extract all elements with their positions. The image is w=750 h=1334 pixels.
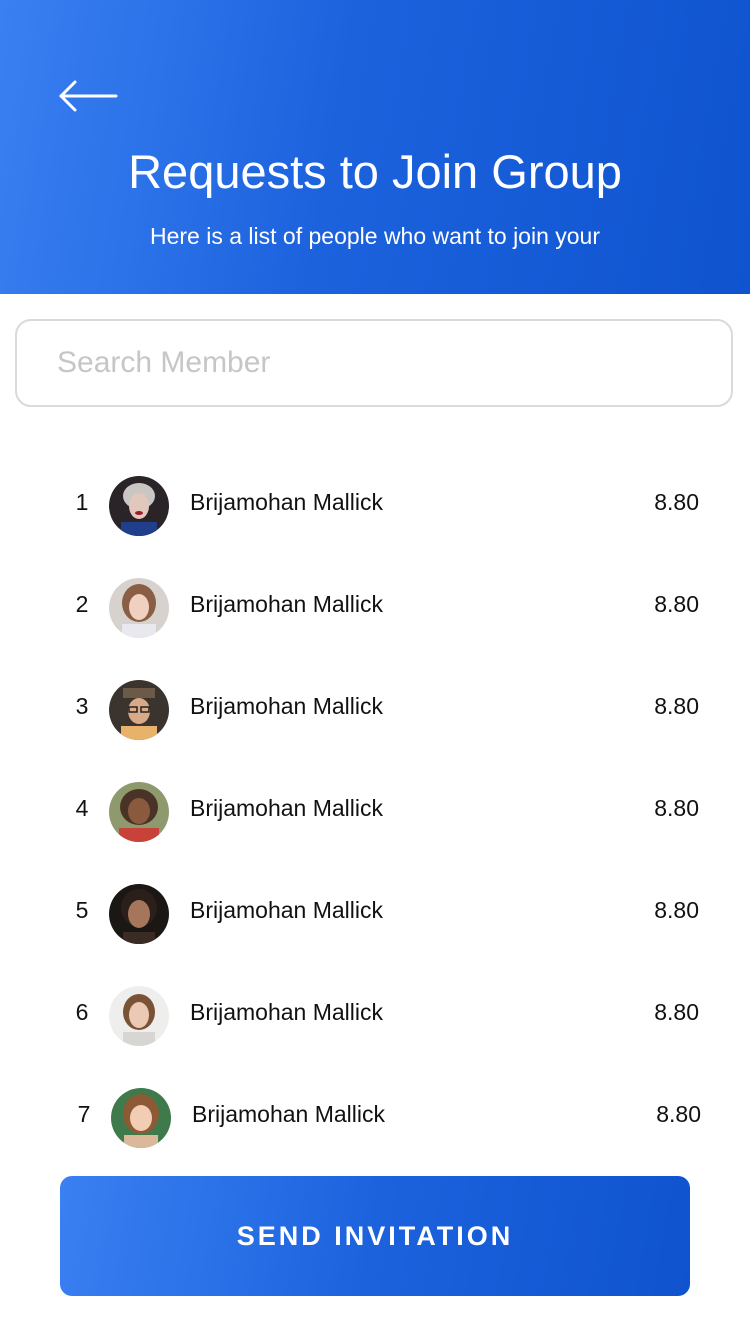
member-rank: 1 bbox=[75, 489, 89, 515]
member-rank: 2 bbox=[75, 591, 89, 617]
member-row[interactable]: 3 Brijamohan Mallick 8.80 bbox=[0, 654, 750, 756]
member-score: 8.80 bbox=[654, 999, 699, 1025]
member-score: 8.80 bbox=[654, 897, 699, 923]
member-row[interactable]: 2 Brijamohan Mallick 8.80 bbox=[0, 552, 750, 654]
member-row[interactable]: 7 Brijamohan Mallick 8.80 bbox=[0, 1062, 750, 1164]
header: Requests to Join Group Here is a list of… bbox=[0, 0, 750, 294]
member-name: Brijamohan Mallick bbox=[192, 1101, 386, 1127]
avatar bbox=[109, 782, 169, 842]
member-name: Brijamohan Mallick bbox=[190, 693, 384, 719]
back-button[interactable] bbox=[56, 76, 120, 116]
member-row[interactable]: 5 Brijamohan Mallick 8.80 bbox=[0, 858, 750, 960]
member-score: 8.80 bbox=[654, 489, 699, 515]
member-name: Brijamohan Mallick bbox=[190, 591, 384, 617]
member-rank: 3 bbox=[75, 693, 89, 719]
member-name: Brijamohan Mallick bbox=[190, 795, 384, 821]
member-rank: 7 bbox=[77, 1101, 91, 1127]
arrow-left-icon bbox=[59, 80, 118, 112]
member-score: 8.80 bbox=[654, 591, 699, 617]
member-score: 8.80 bbox=[654, 693, 699, 719]
search-box bbox=[15, 319, 733, 407]
member-row[interactable]: 1 Brijamohan Mallick 8.80 bbox=[0, 450, 750, 552]
avatar bbox=[109, 680, 169, 740]
member-rank: 6 bbox=[75, 999, 89, 1025]
member-name: Brijamohan Mallick bbox=[190, 897, 384, 923]
member-name: Brijamohan Mallick bbox=[190, 999, 384, 1025]
member-name: Brijamohan Mallick bbox=[190, 489, 384, 515]
avatar bbox=[109, 476, 169, 536]
avatar bbox=[111, 1088, 171, 1148]
avatar bbox=[109, 578, 169, 638]
member-row[interactable]: 6 Brijamohan Mallick 8.80 bbox=[0, 960, 750, 1062]
member-score: 8.80 bbox=[656, 1101, 701, 1127]
member-list: 1 Brijamohan Mallick 8.80 2 Brijamohan M… bbox=[0, 450, 750, 1164]
page-title: Requests to Join Group bbox=[128, 145, 622, 198]
send-invitation-button[interactable]: SEND INVITATION bbox=[60, 1176, 690, 1296]
member-rank: 5 bbox=[75, 897, 89, 923]
avatar bbox=[109, 884, 169, 944]
member-row[interactable]: 4 Brijamohan Mallick 8.80 bbox=[0, 756, 750, 858]
member-rank: 4 bbox=[75, 795, 89, 821]
member-score: 8.80 bbox=[654, 795, 699, 821]
avatar bbox=[109, 986, 169, 1046]
search-input[interactable] bbox=[57, 321, 697, 405]
page-subtitle: Here is a list of people who want to joi… bbox=[149, 223, 601, 249]
